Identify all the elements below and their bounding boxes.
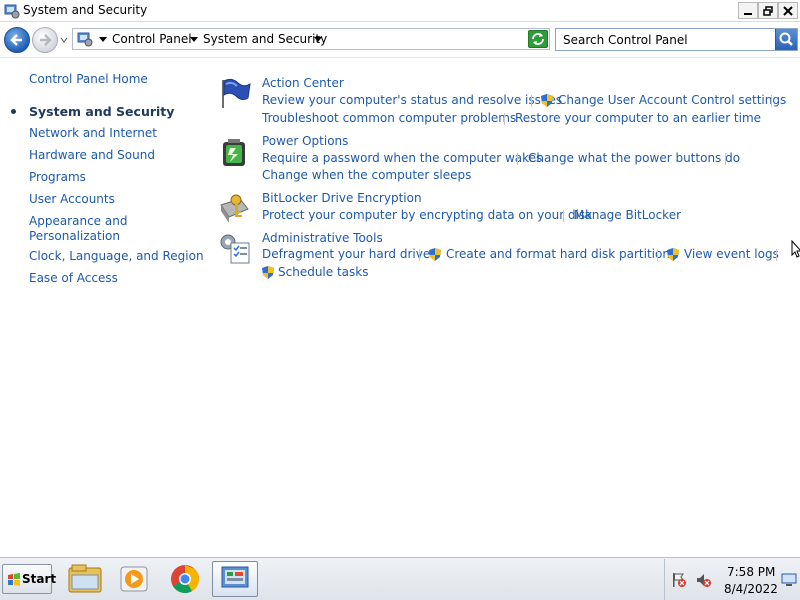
admin-tools-icon [220, 234, 250, 264]
sidebar-item-hardware-and-sound[interactable]: Hardware and Sound [29, 148, 155, 162]
control-panel-icon [77, 32, 93, 47]
action-center-link[interactable]: Action Center [262, 76, 344, 90]
separator [419, 249, 420, 261]
taskbar-file-explorer[interactable] [62, 561, 108, 597]
sidebar-item-ease-of-access[interactable]: Ease of Access [29, 271, 118, 285]
window-title: System and Security [23, 3, 148, 17]
control-panel-icon [221, 566, 249, 588]
bitlocker-key-icon [220, 194, 249, 223]
sidebar-item-system-and-security: System and Security [11, 104, 175, 119]
sidebar-item-label: System and Security [29, 104, 175, 119]
power-options-link[interactable]: Power Options [262, 134, 348, 148]
refresh-icon [532, 33, 544, 45]
sidebar-item-control-panel-home[interactable]: Control Panel Home [29, 72, 148, 86]
mouse-cursor-icon [791, 240, 800, 258]
manage-bitlocker-link[interactable]: Manage BitLocker [574, 208, 681, 222]
control-panel-icon [4, 4, 20, 19]
address-bar[interactable]: Control Panel System and Security [72, 28, 550, 50]
close-button[interactable] [778, 2, 798, 19]
sidebar-item-programs[interactable]: Programs [29, 170, 86, 184]
search-icon [779, 32, 793, 46]
power-buttons-link[interactable]: Change what the power buttons do [528, 151, 740, 165]
chevron-down-icon[interactable] [190, 37, 198, 42]
back-button[interactable] [4, 27, 30, 53]
battery-icon [223, 139, 245, 166]
restore-icon [763, 6, 773, 16]
restore-computer-link[interactable]: Restore your computer to an earlier time [515, 111, 761, 125]
search-box[interactable] [555, 28, 798, 51]
back-arrow-icon [10, 34, 22, 46]
separator [531, 95, 532, 107]
media-player-icon [120, 566, 148, 592]
administrative-tools-link[interactable]: Administrative Tools [262, 231, 383, 245]
title-bar: System and Security [0, 0, 800, 22]
action-center-flag-icon[interactable] [671, 572, 687, 588]
recent-pages-dropdown-icon[interactable] [59, 35, 69, 45]
forward-arrow-icon [40, 34, 52, 46]
close-icon [783, 6, 793, 16]
search-button[interactable] [775, 29, 797, 50]
taskbar-media-player[interactable] [112, 561, 158, 597]
separator [776, 249, 777, 261]
minimize-icon [744, 13, 752, 15]
clock-date[interactable]: 8/4/2022 [724, 582, 778, 596]
breadcrumb-control-panel[interactable]: Control Panel [112, 32, 192, 46]
taskbar: Start 7:58 PM 8/4/2022 [0, 557, 800, 600]
defragment-link[interactable]: Defragment your hard drive [262, 247, 430, 261]
uac-shield-icon [667, 248, 679, 261]
uac-shield-icon [429, 248, 441, 261]
create-format-partitions-link[interactable]: Create and format hard disk partitions [446, 247, 676, 261]
chrome-icon [171, 565, 200, 593]
search-input[interactable] [556, 29, 774, 50]
minimize-button[interactable] [738, 2, 758, 19]
separator [563, 210, 564, 222]
refresh-button[interactable] [528, 30, 548, 48]
require-password-link[interactable]: Require a password when the computer wak… [262, 151, 542, 165]
separator [517, 153, 518, 165]
forward-button[interactable] [32, 27, 58, 53]
change-uac-settings-link[interactable]: Change User Account Control settings [558, 93, 786, 107]
current-page-bullet [11, 109, 16, 114]
start-label: Start [22, 572, 57, 586]
sidebar-item-label: Personalization [29, 229, 120, 243]
separator [771, 95, 772, 107]
sidebar-item-network-and-internet[interactable]: Network and Internet [29, 126, 157, 140]
flag-icon [222, 78, 251, 108]
start-button[interactable]: Start [2, 564, 56, 594]
separator [504, 113, 505, 125]
chevron-down-icon[interactable] [99, 37, 107, 42]
sidebar-item-user-accounts[interactable]: User Accounts [29, 192, 115, 206]
troubleshoot-link[interactable]: Troubleshoot common computer problems [262, 111, 516, 125]
restore-button[interactable] [758, 2, 778, 19]
sidebar-item-clock-language-region[interactable]: Clock, Language, and Region [29, 249, 204, 263]
breadcrumb-system-and-security[interactable]: System and Security [203, 32, 327, 46]
bitlocker-link[interactable]: BitLocker Drive Encryption [262, 191, 422, 205]
show-desktop-icon[interactable] [781, 573, 797, 587]
clock-time[interactable]: 7:58 PM [727, 565, 775, 579]
separator [657, 249, 658, 261]
system-tray: 7:58 PM 8/4/2022 [664, 559, 800, 600]
windows-logo-icon [8, 573, 20, 586]
volume-muted-icon[interactable] [695, 572, 711, 588]
navigation-bar: Control Panel System and Security [0, 22, 800, 58]
chevron-down-icon[interactable] [314, 37, 322, 42]
taskbar-chrome[interactable] [162, 561, 208, 597]
sidebar-item-appearance-and-personalization[interactable]: Appearance and Personalization [29, 214, 127, 244]
protect-computer-link[interactable]: Protect your computer by encrypting data… [262, 208, 592, 222]
view-event-logs-link[interactable]: View event logs [684, 247, 779, 261]
uac-shield-icon [541, 94, 553, 107]
change-sleep-link[interactable]: Change when the computer sleeps [262, 168, 471, 182]
separator [725, 153, 726, 165]
file-explorer-icon [68, 564, 102, 593]
sidebar-item-label: Appearance and [29, 214, 128, 228]
review-status-link[interactable]: Review your computer's status and resolv… [262, 93, 562, 107]
uac-shield-icon [262, 266, 274, 279]
schedule-tasks-link[interactable]: Schedule tasks [278, 265, 368, 279]
taskbar-control-panel[interactable] [212, 561, 258, 597]
